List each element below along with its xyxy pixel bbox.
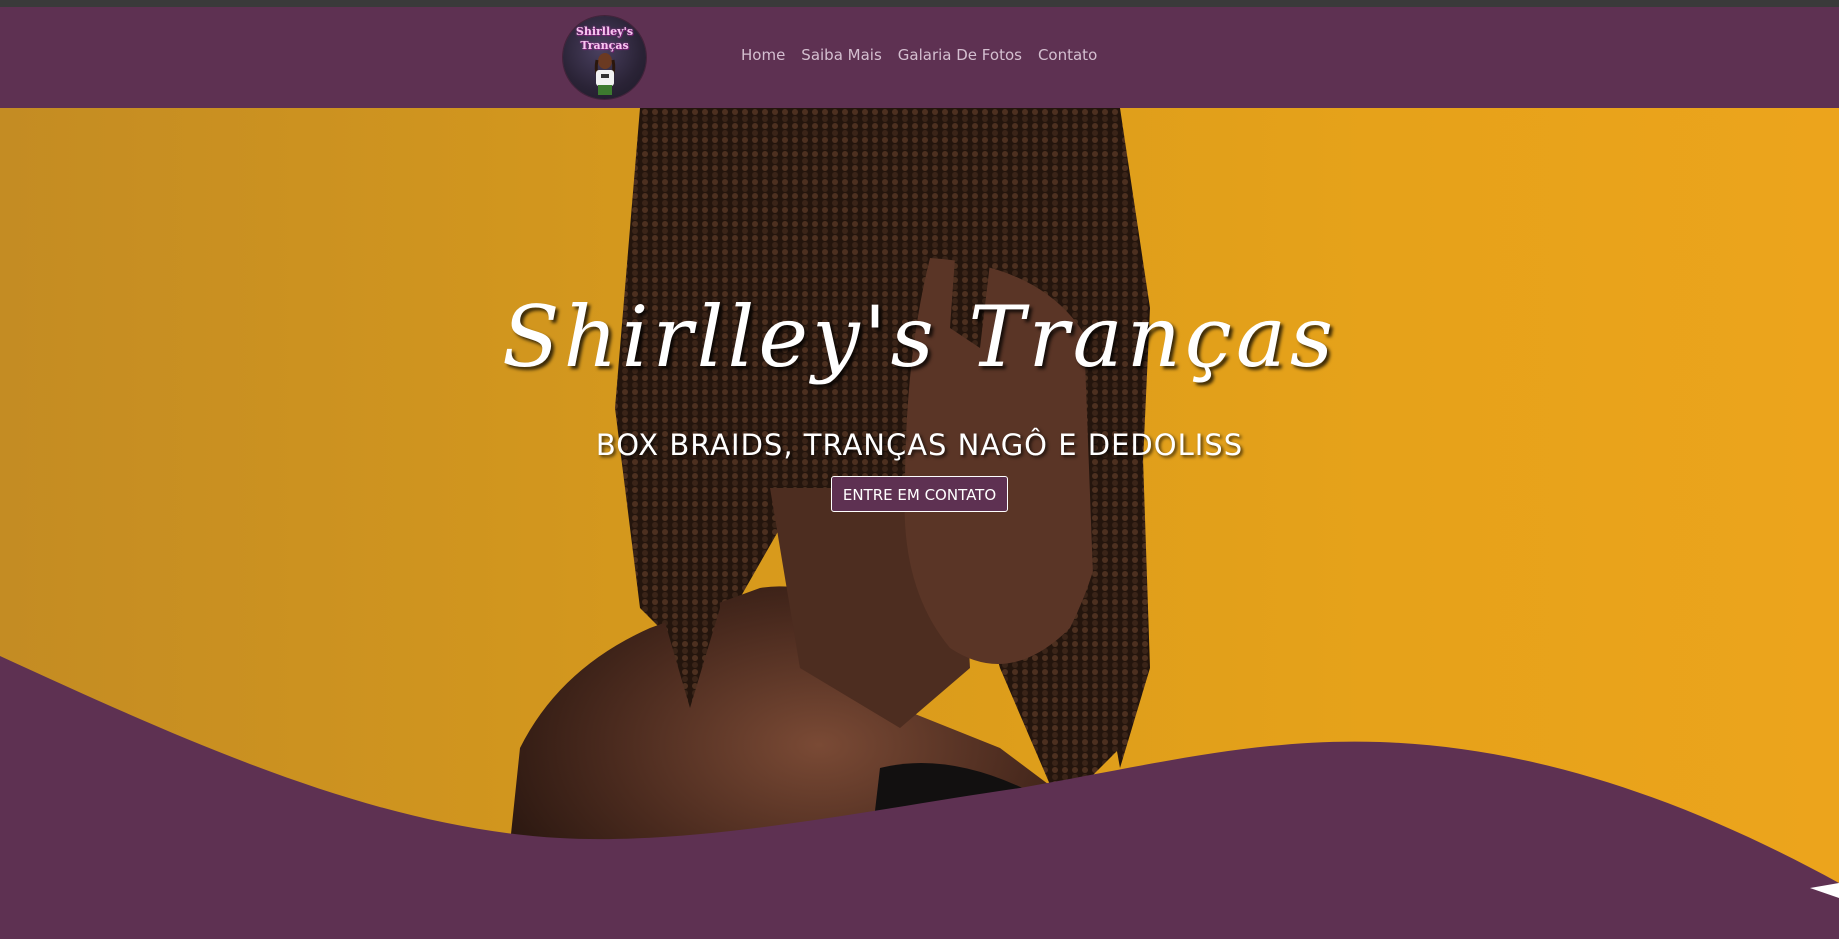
hero-section: Shirlley's Tranças BOX BRAIDS, TRANÇAS N… [0,108,1839,939]
brand-logo[interactable]: Shirlley's Tranças [563,16,646,99]
main-navigation: Home Saiba Mais Galaria De Fotos Contato [741,46,1113,64]
site-header: Shirlley's Tranças Home Saiba Mais Galar… [0,7,1839,108]
logo-wordmark: Shirlley's Tranças [563,25,646,53]
logo-line-2: Tranças [580,39,629,52]
nav-link-saiba-mais[interactable]: Saiba Mais [801,46,881,64]
hero-subtitle: BOX BRAIDS, TRANÇAS NAGÔ E DEDOLISS [595,428,1244,462]
browser-top-strip [0,0,1839,7]
logo-line-1: Shirlley's [575,25,634,38]
nav-link-home[interactable]: Home [741,46,785,64]
hero-bottom-wave [0,656,1839,939]
nav-link-contato[interactable]: Contato [1038,46,1097,64]
contact-cta-button[interactable]: ENTRE EM CONTATO [831,476,1008,512]
hero-title: Shirlley's Tranças [501,288,1338,386]
logo-figure-icon [594,53,616,95]
nav-link-galeria[interactable]: Galaria De Fotos [898,46,1022,64]
